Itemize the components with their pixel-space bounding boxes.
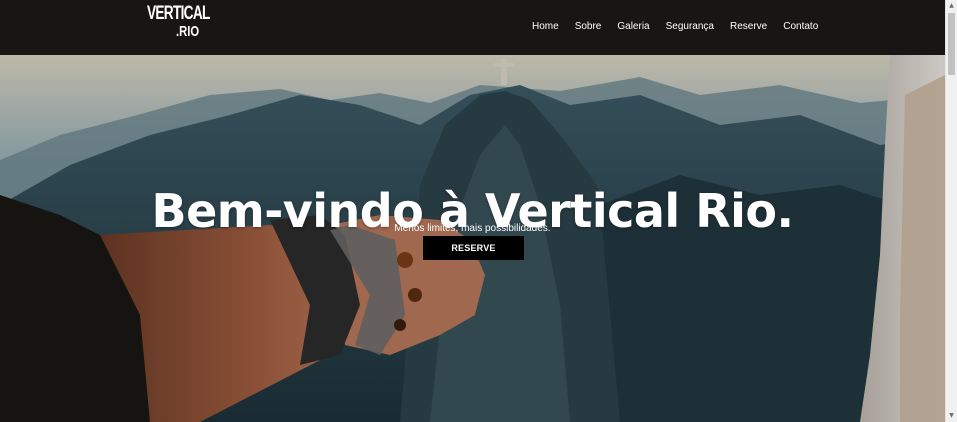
scroll-up-arrow-icon[interactable]: ▲	[946, 0, 957, 12]
nav-item-sobre[interactable]: Sobre	[575, 21, 602, 32]
hero-section: Bem-vindo à Vertical Rio. Menos limites,…	[0, 55, 945, 422]
main-nav: Home Sobre Galeria Segurança Reserve Con…	[524, 0, 826, 52]
logo-text-top: VERTICAL	[147, 3, 210, 24]
scrollbar-thumb[interactable]	[948, 13, 955, 75]
vertical-scrollbar[interactable]: ▲ ▼	[945, 0, 957, 422]
nav-item-home[interactable]: Home	[532, 21, 559, 32]
reserve-button[interactable]: RESERVE	[423, 236, 524, 260]
page-viewport: VERTICAL .RIO Home Sobre Galeria Seguran…	[0, 0, 957, 422]
nav-item-contato[interactable]: Contato	[783, 21, 818, 32]
hero-subtitle: Menos limites, mais possibilidades.	[394, 223, 551, 234]
nav-item-seguranca[interactable]: Segurança	[666, 21, 714, 32]
nav-item-galeria[interactable]: Galeria	[617, 21, 649, 32]
nav-item-reserve[interactable]: Reserve	[730, 21, 767, 32]
scroll-down-arrow-icon[interactable]: ▼	[946, 410, 957, 422]
site-header: VERTICAL .RIO Home Sobre Galeria Seguran…	[0, 0, 945, 55]
site-logo[interactable]: VERTICAL .RIO	[147, 3, 210, 44]
logo-text-bottom: .RIO	[176, 23, 200, 40]
